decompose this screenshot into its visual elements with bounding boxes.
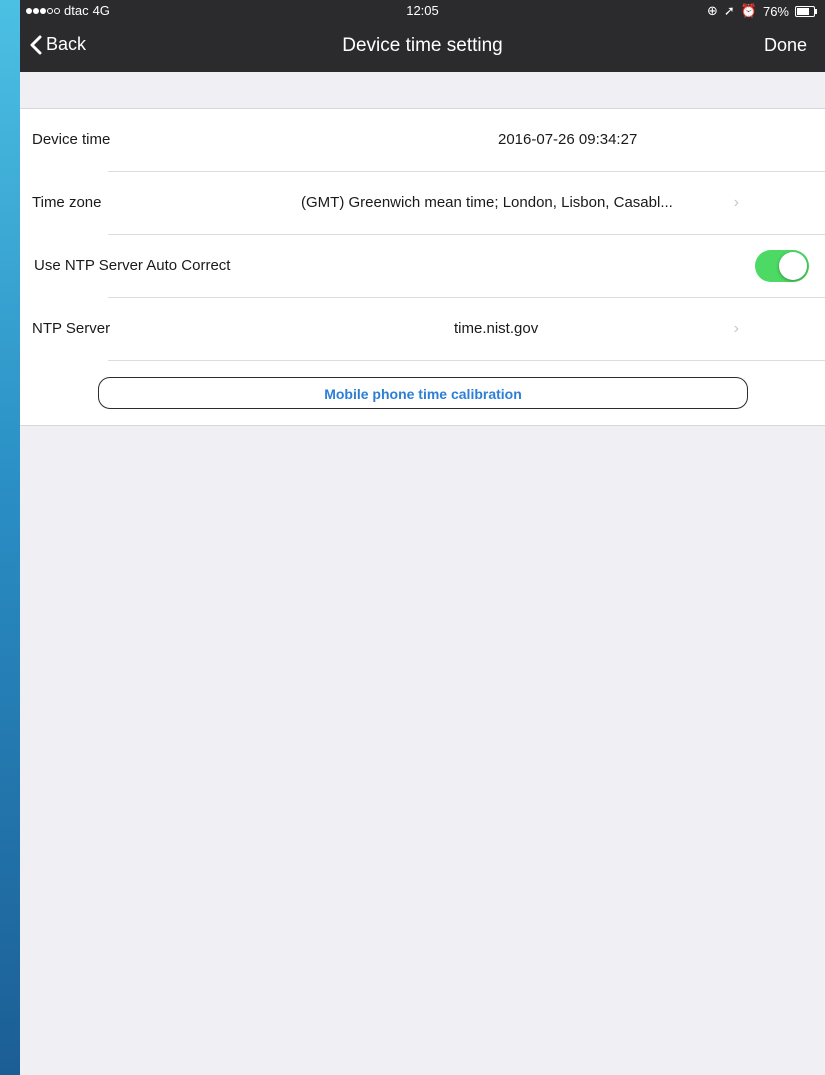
status-right: ⊕ ➚ ⏰ 76%: [706, 3, 817, 19]
done-button[interactable]: Done: [764, 35, 807, 56]
device-time-label: Device time: [32, 131, 111, 148]
app-screen: dtac 4G 12:05 ⊕ ➚ ⏰ 76% Back Device time…: [20, 0, 825, 1075]
ntp-auto-correct-label: Use NTP Server Auto Correct: [34, 257, 231, 274]
battery-percent: 76%: [762, 3, 789, 19]
row-divider: [108, 360, 825, 361]
status-bar: dtac 4G 12:05 ⊕ ➚ ⏰ 76%: [20, 0, 825, 22]
chevron-right-icon: ›: [733, 320, 739, 337]
battery-icon: [795, 5, 817, 17]
time-zone-value: (GMT) Greenwich mean time; London, Lisbo…: [301, 194, 673, 211]
page-title: Device time setting: [342, 35, 503, 56]
status-time: 12:05: [406, 3, 439, 18]
ntp-server-value: time.nist.gov: [454, 320, 539, 337]
lock-rotation-icon: ⊕: [706, 3, 718, 18]
location-icon: ➚: [723, 3, 735, 18]
time-zone-row[interactable]: Time zone (GMT) Greenwich mean time; Lon…: [20, 172, 825, 234]
ntp-auto-correct-row: Use NTP Server Auto Correct: [20, 235, 825, 297]
ntp-server-label: NTP Server: [32, 320, 111, 337]
chevron-right-icon: ›: [733, 194, 739, 211]
alarm-icon: ⏰: [740, 3, 757, 18]
settings-group: Device time 2016-07-26 09:34:27 Time zon…: [20, 108, 825, 426]
ntp-auto-correct-toggle[interactable]: [755, 250, 809, 282]
ntp-server-row[interactable]: NTP Server time.nist.gov ›: [20, 298, 825, 360]
time-zone-label: Time zone: [32, 194, 102, 211]
mobile-phone-time-calibration-button[interactable]: Mobile phone time calibration: [98, 377, 748, 409]
device-time-value: 2016-07-26 09:34:27: [498, 131, 638, 148]
device-time-row: Device time 2016-07-26 09:34:27: [20, 109, 825, 171]
navigation-bar: Back Device time setting Done: [20, 22, 825, 72]
toggle-knob: [779, 252, 807, 280]
